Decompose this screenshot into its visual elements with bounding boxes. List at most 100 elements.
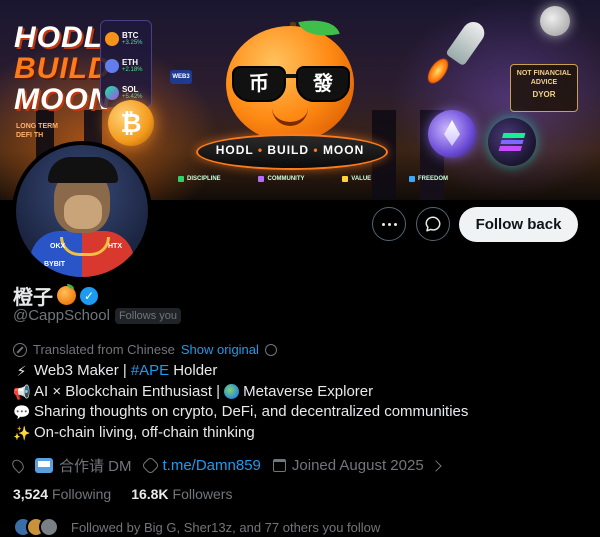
ticker-row-eth: ETH +2.18% bbox=[105, 52, 147, 79]
sol-icon bbox=[105, 85, 119, 100]
orange-emoji-icon bbox=[57, 284, 76, 305]
sunglasses: 币 發 bbox=[232, 66, 350, 102]
banner-values-row: DISCIPLINE COMMUNITY VALUE FREEDOM bbox=[178, 176, 448, 182]
lens-left: 币 bbox=[232, 66, 286, 102]
hashtag-link[interactable]: #APE bbox=[131, 361, 169, 382]
value-label: DISCIPLINE bbox=[187, 176, 221, 182]
follower-avatars bbox=[13, 517, 61, 537]
glasses-bridge bbox=[282, 74, 296, 78]
pedestal-text: HODL • BUILD • MOON bbox=[196, 143, 384, 157]
profile-website-link[interactable]: t.me/Damn859 bbox=[163, 457, 261, 474]
diamond-icon bbox=[342, 176, 349, 182]
joined-date: Joined August 2025 bbox=[291, 457, 424, 474]
value-label: FREEDOM bbox=[418, 176, 448, 182]
location-text: 合作请 DM bbox=[59, 458, 132, 475]
calendar-icon bbox=[272, 459, 286, 472]
show-original-link[interactable]: Show original bbox=[181, 342, 259, 357]
profile-meta-row: 合作请 DM t.me/Damn859 Joined August 2025 bbox=[9, 455, 442, 476]
pedestal-hodl: HODL bbox=[215, 143, 254, 157]
followers-count-link[interactable]: 16.8K Followers bbox=[131, 486, 232, 502]
followers-label: Followers bbox=[172, 486, 233, 502]
gear-icon[interactable] bbox=[264, 343, 277, 356]
globe-emoji-icon bbox=[224, 384, 240, 400]
more-options-button[interactable] bbox=[372, 207, 406, 241]
ticker-symbol: BTC bbox=[122, 30, 139, 40]
message-bubble-icon bbox=[425, 216, 441, 232]
btc-icon bbox=[105, 31, 119, 46]
globe-icon bbox=[409, 176, 415, 182]
translate-icon bbox=[13, 342, 27, 357]
bio-line: ⚡ Web3 Maker | #APE Holder bbox=[13, 361, 468, 382]
people-icon bbox=[258, 176, 265, 182]
lock-icon bbox=[178, 176, 184, 182]
follows-you-badge: Follows you bbox=[114, 307, 182, 324]
value-discipline: DISCIPLINE bbox=[178, 176, 221, 182]
banner-slogan-build: BUILD bbox=[14, 52, 111, 85]
chevron-right-icon[interactable] bbox=[430, 459, 442, 472]
profile-name-row: 橙子 ✓ bbox=[13, 281, 98, 310]
profile-bio: ⚡ Web3 Maker | #APE Holder 📢 AI × Blockc… bbox=[13, 361, 468, 443]
banner-hodl-slogan: HODL BUILD MOON bbox=[14, 22, 111, 115]
banner-long-term-text: LONG TERM DEFI TH bbox=[16, 122, 58, 140]
bio-text: Metaverse Explorer bbox=[243, 382, 374, 400]
lens-right: 發 bbox=[296, 66, 350, 102]
lightning-icon: ⚡ bbox=[16, 363, 27, 379]
profile-handle-row: @CappSchool Follows you bbox=[13, 307, 182, 324]
followers-value: 16.8K bbox=[131, 486, 169, 502]
banner-slogan-moon: MOON bbox=[14, 83, 112, 116]
sparkles-icon: ✨ bbox=[13, 424, 31, 441]
pedestal-separator: • bbox=[313, 143, 319, 157]
verified-badge-icon[interactable]: ✓ bbox=[80, 286, 98, 305]
more-dots-icon bbox=[381, 222, 397, 226]
banner-long-term-line: DEFI TH bbox=[16, 132, 44, 139]
value-value: VALUE bbox=[342, 176, 371, 182]
ape-cap bbox=[48, 157, 118, 183]
following-value: 3,524 bbox=[13, 486, 49, 502]
bio-text: Holder bbox=[173, 362, 218, 379]
bitcoin-coin-icon: ₿ bbox=[108, 100, 154, 146]
follower-avatar bbox=[39, 517, 59, 537]
moon-graphic bbox=[540, 6, 570, 36]
ape-face bbox=[64, 195, 102, 229]
ticker-change: +3.25% bbox=[122, 39, 143, 46]
translated-from-label: Translated from Chinese bbox=[33, 342, 175, 357]
following-count-link[interactable]: 3,524 Following bbox=[13, 486, 111, 502]
avatar-chip-bybit: BYBIT bbox=[44, 261, 65, 268]
mailbox-emoji-icon bbox=[35, 458, 53, 473]
bio-text: Sharing thoughts on crypto, DeFi, and de… bbox=[34, 403, 469, 420]
dyor-text: DYOR bbox=[532, 90, 556, 99]
megaphone-icon: 📢 bbox=[13, 383, 31, 400]
speech-bubble-icon: 💬 bbox=[13, 404, 31, 420]
ticker-change: +2.18% bbox=[122, 66, 143, 73]
ethereum-coin-icon bbox=[428, 110, 476, 158]
location-pin-icon bbox=[9, 457, 27, 474]
crypto-ticker-panel: BTC +3.25% ETH +2.18% SOL +5.42% bbox=[100, 20, 152, 108]
avatar[interactable]: BYBIT OKX HTX bbox=[12, 141, 152, 281]
follow-back-button[interactable]: Follow back bbox=[459, 207, 578, 242]
solana-coin-icon bbox=[488, 118, 536, 166]
bio-line: ✨ On-chain living, off-chain thinking bbox=[13, 423, 468, 444]
avatar-chip-okx: OKX bbox=[50, 243, 66, 250]
value-community: COMMUNITY bbox=[258, 176, 304, 182]
bio-line: 📢 AI × Blockchain Enthusiast | Metaverse… bbox=[13, 382, 468, 403]
display-name: 橙子 bbox=[13, 287, 53, 309]
value-label: COMMUNITY bbox=[267, 176, 305, 182]
follow-counts: 3,524 Following 16.8K Followers bbox=[13, 486, 232, 502]
bio-text: On-chain living, off-chain thinking bbox=[34, 423, 255, 441]
following-label: Following bbox=[52, 486, 112, 502]
banner-long-term-line: LONG TERM bbox=[16, 123, 58, 130]
ticker-row-btc: BTC +3.25% bbox=[105, 25, 147, 52]
message-button[interactable] bbox=[416, 207, 450, 241]
banner-slogan-hodl: HODL bbox=[14, 21, 103, 54]
ticker-symbol: SOL bbox=[122, 84, 139, 94]
pedestal-moon: MOON bbox=[322, 143, 365, 157]
ticker-symbol: ETH bbox=[122, 57, 138, 67]
avatar-image: BYBIT OKX HTX bbox=[16, 145, 148, 277]
followed-by-row[interactable]: Followed by Big G, Sher13z, and 77 other… bbox=[13, 517, 380, 537]
bio-text: AI × Blockchain Enthusiast | bbox=[34, 382, 221, 400]
not-financial-advice-sign: NOT FINANCIAL ADVICE DYOR bbox=[510, 64, 578, 112]
avatar-chip-htx: HTX bbox=[108, 243, 122, 250]
eth-icon bbox=[105, 58, 119, 73]
followed-by-text: Followed by Big G, Sher13z, and 77 other… bbox=[71, 519, 381, 535]
link-icon bbox=[140, 456, 160, 475]
